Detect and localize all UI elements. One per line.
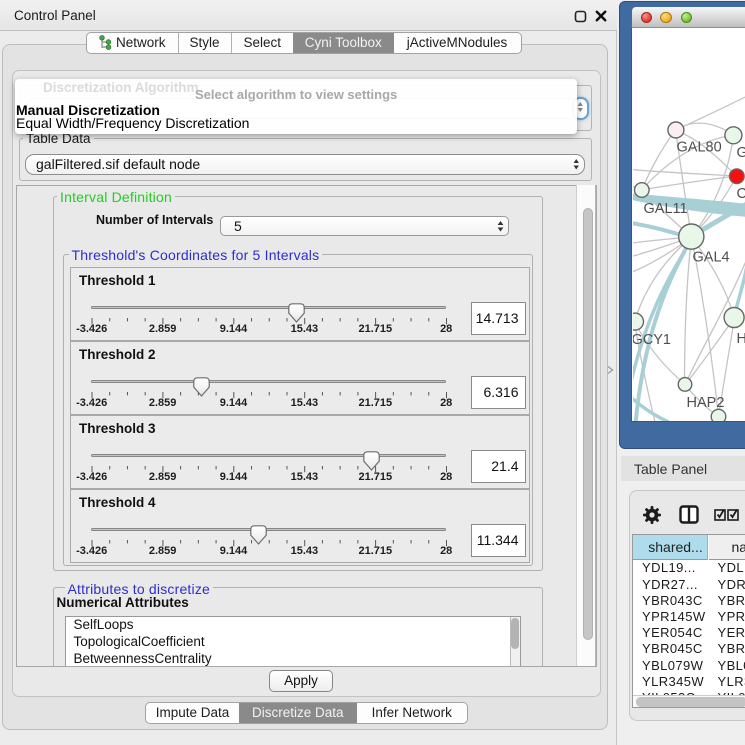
svg-text:C: C <box>736 186 745 202</box>
svg-text:H: H <box>736 331 745 347</box>
svg-text:GA: GA <box>736 145 745 161</box>
svg-text:HAP2: HAP2 <box>686 395 724 411</box>
svg-text:GCY1: GCY1 <box>633 332 671 348</box>
svg-text:GAL4: GAL4 <box>692 250 729 266</box>
svg-text:GAL80: GAL80 <box>676 140 721 156</box>
svg-text:GAL11: GAL11 <box>643 201 687 217</box>
